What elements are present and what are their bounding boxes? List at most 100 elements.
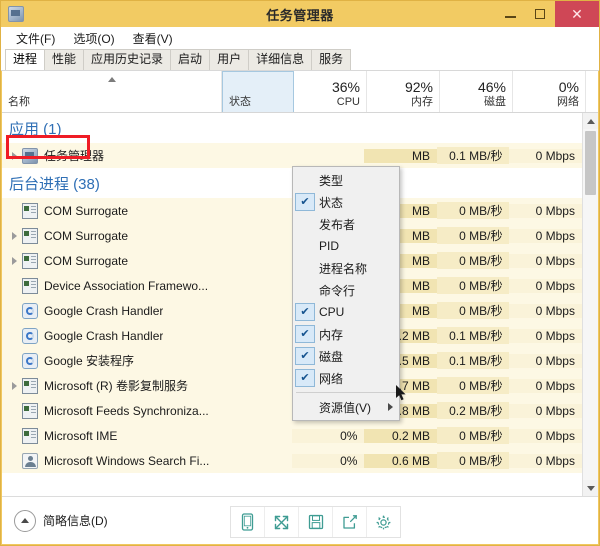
process-cpu-cell: 0%: [291, 428, 365, 443]
context-menu-item[interactable]: 命令行: [293, 279, 399, 301]
process-network-cell: 0 Mbps: [509, 353, 582, 368]
context-menu-item-label: CPU: [319, 305, 345, 319]
column-header-status[interactable]: 状态: [222, 71, 294, 112]
process-memory-cell: 0.2 MB: [364, 428, 437, 443]
column-header-cpu[interactable]: 36% CPU: [294, 71, 367, 112]
column-header-name[interactable]: 名称: [2, 71, 222, 112]
expand-arrow-icon[interactable]: [6, 231, 22, 240]
context-menu-item[interactable]: 进程名称: [293, 257, 399, 279]
context-menu-item-label: 网络: [319, 371, 344, 386]
process-name-cell: COM Surrogate: [2, 227, 220, 244]
process-name-label: Microsoft (R) 卷影复制服务: [44, 379, 189, 393]
checkbox-empty: [295, 215, 315, 233]
context-menu-item[interactable]: 发布者: [293, 213, 399, 235]
tab-startup[interactable]: 启动: [170, 49, 211, 70]
process-name-cell: Google Crash Handler: [2, 327, 220, 344]
process-group-header: 应用 (1): [2, 113, 582, 143]
process-network-cell: 0 Mbps: [509, 378, 582, 393]
context-menu-item-label: 资源值(V): [319, 400, 371, 415]
process-row[interactable]: Microsoft Windows Search Fi... 0% 0.6 MB 0 …: [2, 448, 582, 473]
process-name-label: Google 安装程序: [44, 354, 135, 368]
process-name-label: COM Surrogate: [44, 203, 129, 218]
fewer-details-button[interactable]: 简略信息(D): [14, 509, 108, 532]
context-menu-item-label: 内存: [319, 327, 344, 342]
vertical-scrollbar[interactable]: [582, 113, 598, 496]
process-name-cell: 任务管理器: [2, 147, 220, 164]
scroll-up-button[interactable]: [583, 113, 598, 129]
process-name-label: Microsoft IME: [44, 428, 118, 443]
menu-options[interactable]: 选项(O): [64, 28, 123, 49]
column-header-status-label: 状态: [229, 96, 251, 108]
tab-app-history[interactable]: 应用历史记录: [83, 49, 172, 70]
process-name-label: Microsoft Windows Search Fi...: [44, 453, 210, 468]
column-header-network[interactable]: 0% 网络: [513, 71, 586, 112]
process-disk-cell: 0.1 MB/秒: [436, 352, 510, 369]
google-icon: [22, 302, 38, 319]
title-bar: 任务管理器 ✕: [1, 1, 599, 27]
expand-arrow-icon[interactable]: [6, 151, 22, 160]
process-row[interactable]: Microsoft IME 0% 0.2 MB 0 MB/秒 0 Mbps: [2, 423, 582, 448]
checkmark-icon: [295, 193, 315, 211]
context-menu-item[interactable]: 内存: [293, 323, 399, 345]
checkbox-empty: [295, 398, 315, 416]
context-menu-item[interactable]: 状态: [293, 191, 399, 213]
process-disk-cell: 0 MB/秒: [436, 427, 510, 444]
process-name-cell: COM Surrogate: [2, 202, 220, 219]
process-disk-cell: 0 MB/秒: [436, 227, 510, 244]
column-header-network-pct: 0%: [558, 79, 579, 95]
save-button[interactable]: [299, 507, 333, 537]
checkbox-empty: [295, 281, 315, 299]
expand-arrow-icon[interactable]: [6, 256, 22, 265]
tab-details[interactable]: 详细信息: [248, 49, 313, 70]
column-header-disk-label: 磁盘: [484, 96, 506, 108]
context-menu-item[interactable]: 资源值(V): [293, 396, 399, 418]
menu-view[interactable]: 查看(V): [124, 28, 182, 49]
process-name-cell: Microsoft (R) 卷影复制服务: [2, 377, 220, 394]
column-header-memory[interactable]: 92% 内存: [367, 71, 440, 112]
process-disk-cell: 0.1 MB/秒: [436, 327, 510, 344]
scrollbar-thumb[interactable]: [585, 131, 596, 195]
process-network-cell: 0 Mbps: [509, 428, 582, 443]
expand-button[interactable]: [265, 507, 299, 537]
exe-icon: [22, 277, 38, 294]
process-disk-cell: 0 MB/秒: [436, 377, 510, 394]
process-network-cell: 0 Mbps: [509, 203, 582, 218]
column-context-menu[interactable]: 类型状态发布者 PID 进程名称命令行 CPU 内存磁盘网络资源值(V): [292, 166, 400, 421]
column-headers: 名称 状态 36% CPU 92% 内存 46% 磁盘 0% 网络: [2, 71, 598, 113]
tab-processes[interactable]: 进程: [5, 49, 46, 70]
process-memory-cell: 0.6 MB: [364, 453, 437, 468]
tab-services[interactable]: 服务: [311, 49, 352, 70]
process-group-label: 后台进程 (38): [9, 175, 100, 193]
task-manager-window: 任务管理器 ✕ 文件(F) 选项(O) 查看(V) 进程 性能 应用历史记录 启…: [0, 0, 600, 546]
settings-button[interactable]: [367, 507, 400, 537]
menu-separator: [296, 392, 396, 393]
exe-icon: [22, 202, 38, 219]
column-header-memory-label: 内存: [411, 96, 433, 108]
expand-arrow-icon[interactable]: [6, 381, 22, 390]
context-menu-item-label: 发布者: [319, 217, 356, 232]
scroll-down-button[interactable]: [583, 480, 598, 496]
column-header-disk[interactable]: 46% 磁盘: [440, 71, 513, 112]
context-menu-item[interactable]: 类型: [293, 169, 399, 191]
tab-users[interactable]: 用户: [209, 49, 250, 70]
process-network-cell: 0 Mbps: [509, 453, 582, 468]
chevron-up-icon: [586, 118, 595, 124]
process-name-label: Google Crash Handler: [44, 328, 164, 343]
menu-file[interactable]: 文件(F): [7, 28, 64, 49]
process-disk-cell: 0.1 MB/秒: [436, 147, 510, 164]
process-network-cell: 0 Mbps: [509, 148, 582, 163]
exe-icon: [22, 377, 38, 394]
context-menu-item[interactable]: 网络: [293, 367, 399, 389]
context-menu-item[interactable]: CPU: [293, 301, 399, 323]
process-name-cell: Microsoft Feeds Synchroniza...: [2, 402, 220, 419]
process-name-label: Device Association Framewo...: [44, 278, 209, 293]
context-menu-item-label: 进程名称: [319, 261, 368, 276]
share-button[interactable]: [333, 507, 367, 537]
context-menu-item[interactable]: PID: [293, 235, 399, 257]
tab-performance[interactable]: 性能: [44, 49, 85, 70]
context-menu-item[interactable]: 磁盘: [293, 345, 399, 367]
process-row[interactable]: 任务管理器 MB 0.1 MB/秒 0 Mbps: [2, 143, 582, 168]
device-button[interactable]: [231, 507, 265, 537]
context-menu-item-label: 命令行: [319, 283, 356, 298]
process-network-cell: 0 Mbps: [509, 278, 582, 293]
